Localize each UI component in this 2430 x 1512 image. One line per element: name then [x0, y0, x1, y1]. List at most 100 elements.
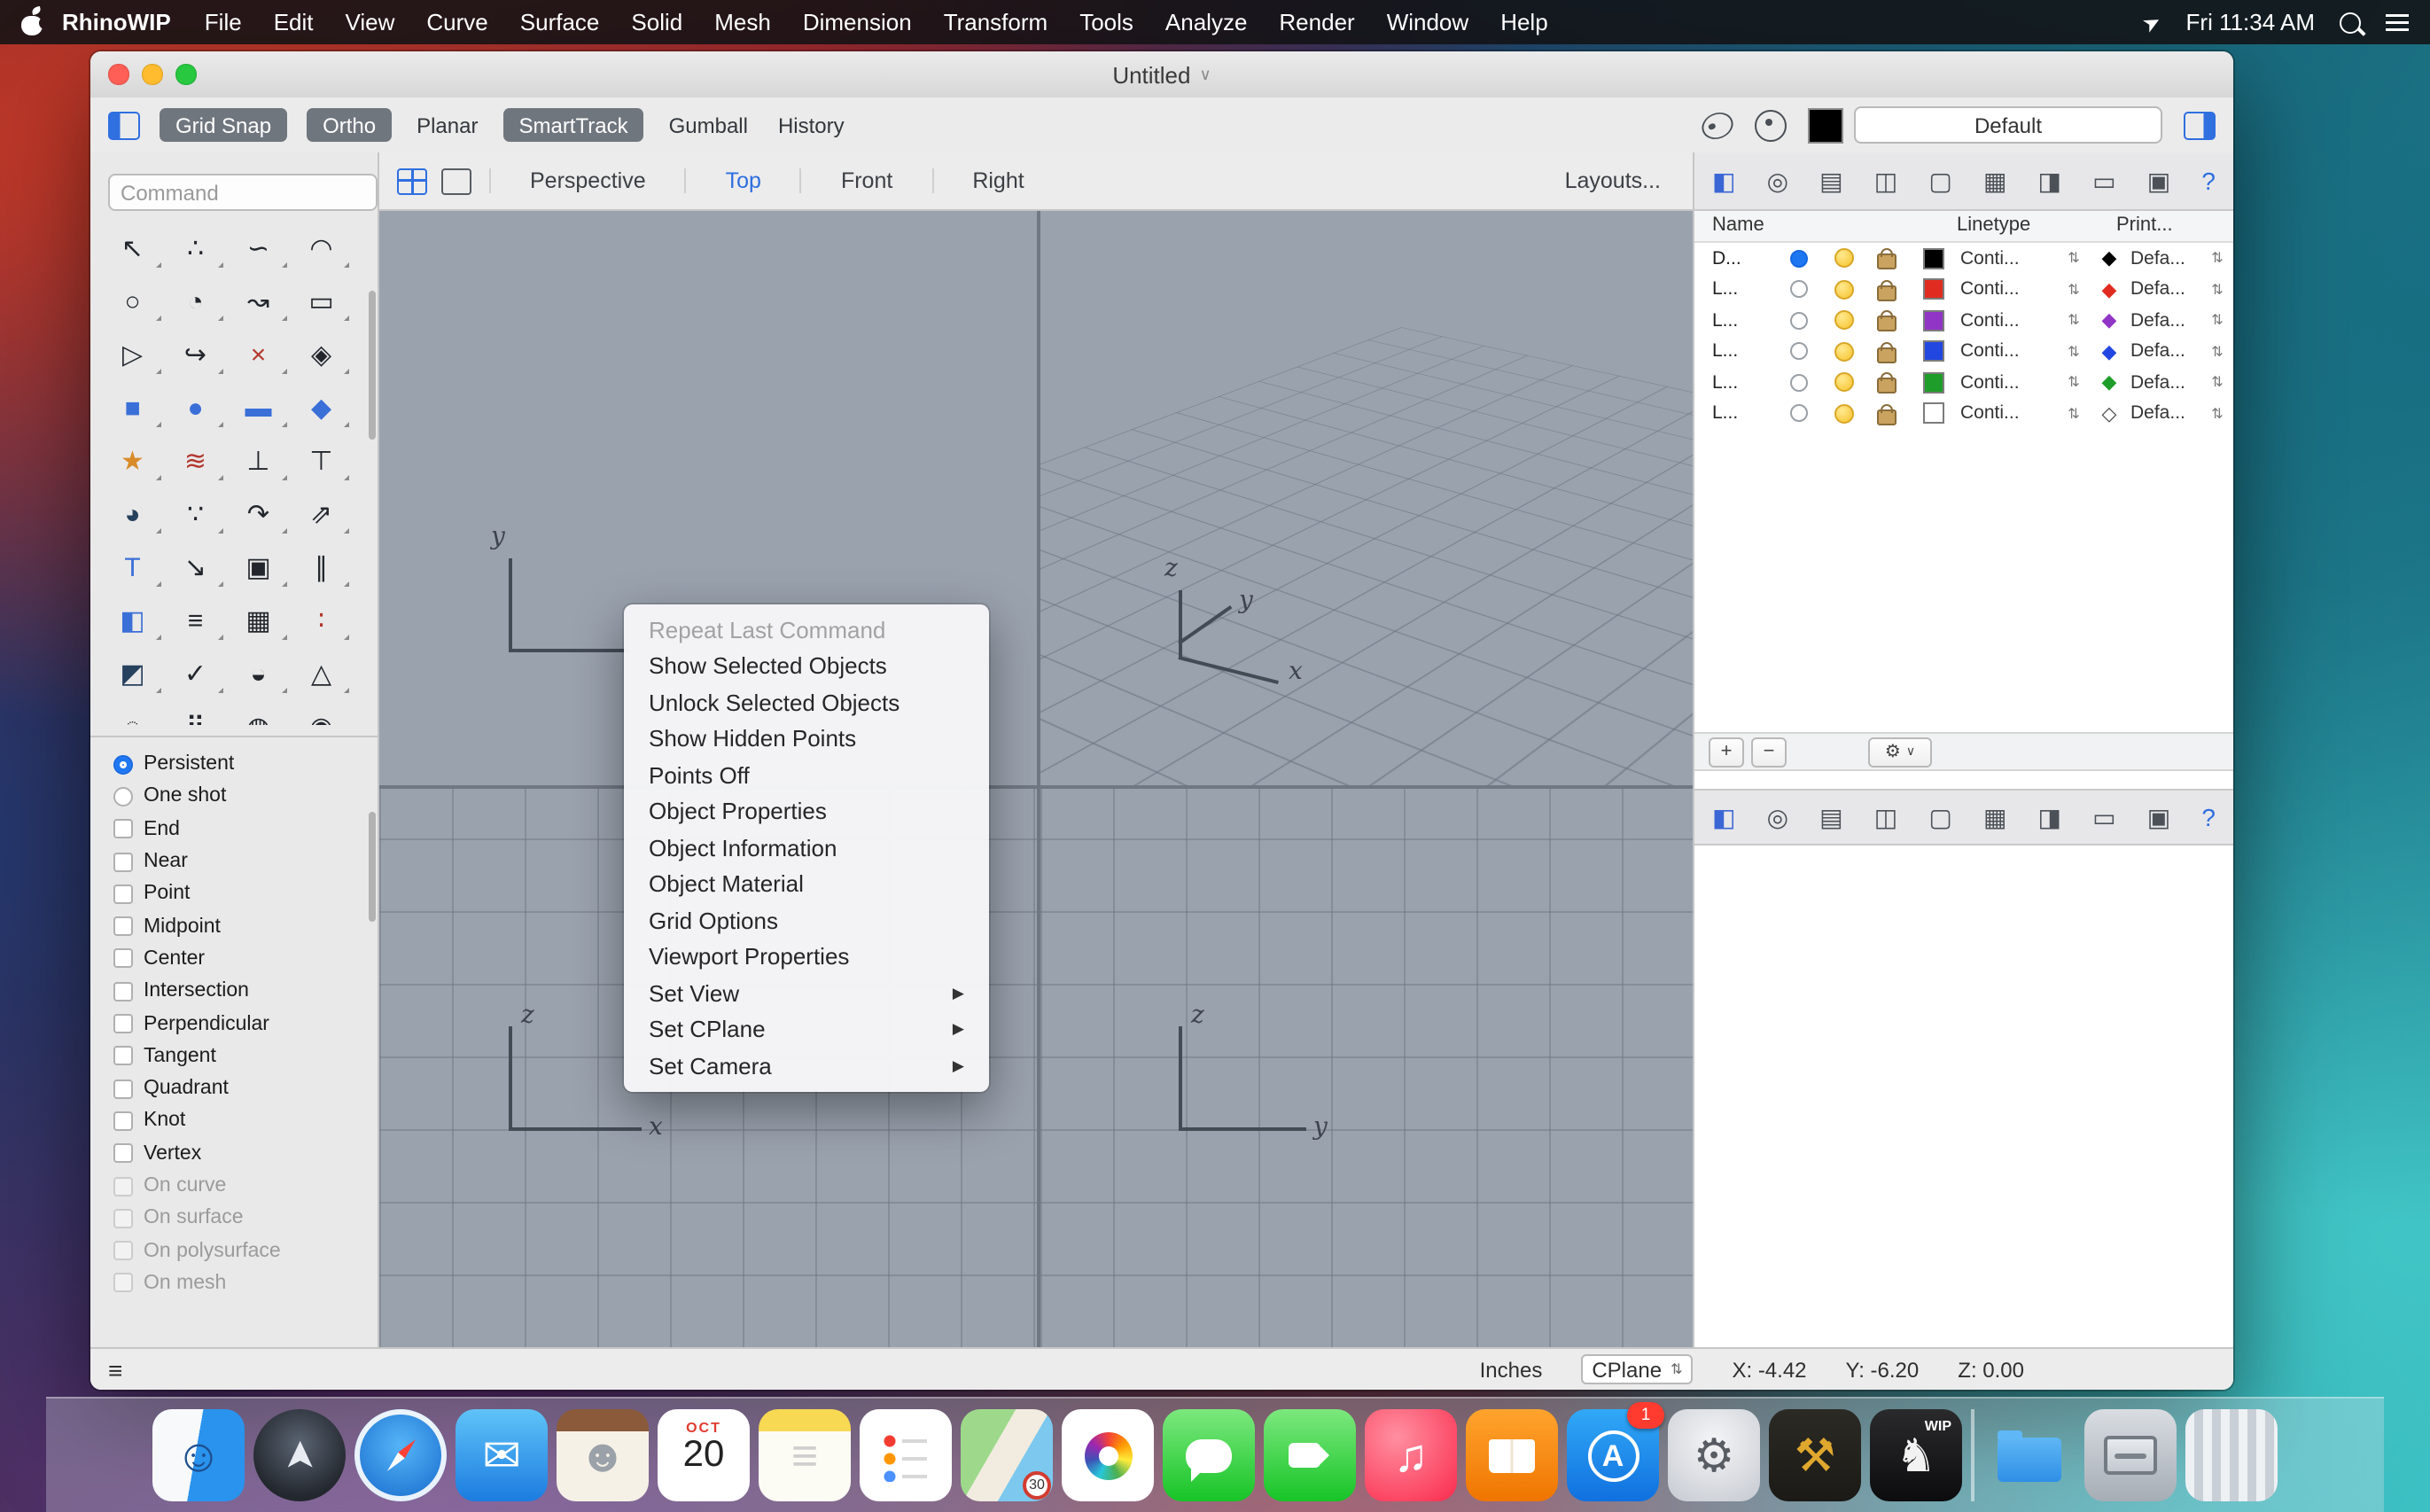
left-panel-toggle-icon[interactable] — [108, 111, 140, 139]
tool-icon[interactable]: ★ — [101, 438, 164, 484]
layer-color-swatch[interactable] — [1923, 372, 1944, 394]
osnap-checkbox-row[interactable]: Vertex — [113, 1137, 378, 1170]
current-layer-radio[interactable] — [1790, 374, 1808, 392]
layer-lock-icon[interactable] — [1876, 285, 1896, 301]
panel-tab-icon[interactable]: ◫ — [1874, 166, 1897, 196]
checkbox[interactable] — [113, 1111, 133, 1131]
layer-color-swatch[interactable] — [1923, 403, 1944, 425]
dock-app-icon[interactable]: OCT 20 — [658, 1409, 750, 1501]
tool-icon[interactable]: ◌ — [101, 704, 164, 725]
osnap-checkbox-row[interactable]: Center — [113, 943, 378, 976]
menu-item[interactable]: Dimension — [787, 9, 928, 35]
panel-tab-icon[interactable]: ▤ — [1819, 802, 1842, 832]
disable-osnap-icon[interactable] — [1698, 107, 1737, 143]
layer-material-diamond-icon[interactable]: ◆ — [2088, 278, 2130, 301]
active-layer-dropdown[interactable]: Default — [1854, 106, 2162, 144]
tool-icon[interactable]: ⠿ — [164, 704, 227, 725]
menu-bar-clock[interactable]: Fri 11:34 AM — [2186, 9, 2315, 35]
dock-app-icon[interactable] — [1466, 1409, 1558, 1501]
viewport-tab[interactable]: Perspective — [491, 168, 685, 193]
notification-center-icon[interactable] — [2386, 12, 2409, 32]
menu-item[interactable]: Curve — [410, 9, 503, 35]
layer-name[interactable]: L... — [1694, 279, 1776, 300]
checkbox[interactable] — [113, 981, 133, 1001]
panel-tab-icon[interactable]: ◫ — [1874, 802, 1897, 832]
layer-lock-icon[interactable] — [1876, 316, 1896, 332]
record-history-icon[interactable] — [1755, 109, 1787, 141]
linetype-stepper-icon[interactable]: ⇅ — [2060, 251, 2088, 267]
dock-app-icon[interactable] — [860, 1409, 952, 1501]
dock-app-icon[interactable]: ⚙ — [1668, 1409, 1760, 1501]
print-stepper-icon[interactable]: ⇅ — [2205, 251, 2230, 267]
single-viewport-layout-icon[interactable] — [441, 168, 471, 194]
print-stepper-icon[interactable]: ⇅ — [2205, 313, 2230, 329]
print-stepper-icon[interactable]: ⇅ — [2205, 406, 2230, 422]
toolbar-button[interactable]: Planar — [411, 108, 483, 142]
tool-icon[interactable]: ⊥ — [227, 438, 290, 484]
layer-lock-icon[interactable] — [1876, 347, 1896, 363]
panel-tab-icon[interactable]: ◧ — [1712, 166, 1735, 196]
tool-icon[interactable]: ✓ — [164, 651, 227, 697]
current-layer-radio[interactable] — [1790, 250, 1808, 268]
dock-app-icon[interactable]: ➤ — [253, 1409, 346, 1501]
osnap-radio-row[interactable]: One shot — [113, 781, 378, 814]
current-layer-radio[interactable] — [1790, 343, 1808, 361]
panel-tab-icon[interactable]: ▣ — [2147, 802, 2170, 832]
menu-item[interactable]: Window — [1371, 9, 1485, 35]
osnap-checkbox-row[interactable]: On polysurface — [113, 1235, 378, 1267]
radio-button[interactable] — [113, 754, 133, 774]
tool-icon[interactable]: ∴ — [164, 225, 227, 271]
title-bar[interactable]: Untitled ∨ — [90, 51, 2233, 99]
layer-name[interactable]: L... — [1694, 372, 1776, 394]
dock-app-icon[interactable] — [1983, 1409, 2076, 1501]
linetype-stepper-icon[interactable]: ⇅ — [2060, 375, 2088, 391]
checkbox[interactable] — [113, 916, 133, 936]
osnap-scrollbar[interactable] — [369, 812, 376, 922]
linetype-stepper-icon[interactable]: ⇅ — [2060, 344, 2088, 360]
checkbox[interactable] — [113, 1143, 133, 1163]
tool-icon[interactable]: ≡ — [164, 597, 227, 643]
add-layer-button[interactable]: + — [1709, 737, 1744, 767]
layer-color-swatch[interactable] — [1923, 341, 1944, 362]
layer-lock-icon[interactable] — [1876, 378, 1896, 394]
dock-app-icon[interactable]: ☻ — [557, 1409, 649, 1501]
command-input[interactable] — [108, 174, 378, 211]
tool-icon[interactable]: ◒ — [227, 651, 290, 697]
panel-tab-icon[interactable]: ? — [2201, 803, 2216, 831]
context-menu-item[interactable]: Show Hidden Points — [624, 721, 989, 757]
layer-visibility-bulb-icon[interactable] — [1834, 373, 1853, 393]
layer-name[interactable]: L... — [1694, 310, 1776, 331]
tool-icon[interactable]: ↷ — [227, 491, 290, 537]
tool-icon[interactable]: ⇗ — [290, 491, 353, 537]
tool-icon[interactable]: ▷ — [101, 331, 164, 378]
tool-icon[interactable]: ∽ — [227, 225, 290, 271]
tool-icon[interactable]: × — [227, 331, 290, 378]
panel-tab-icon[interactable]: ◨ — [2038, 166, 2061, 196]
osnap-checkbox-row[interactable]: Knot — [113, 1105, 378, 1138]
layer-material-diamond-icon[interactable]: ◆ — [2088, 309, 2130, 332]
dock-app-icon[interactable]: ♞ WIP — [1870, 1409, 1962, 1501]
viewport-tab[interactable]: Front — [800, 168, 931, 193]
context-menu-item[interactable]: Object Material — [624, 866, 989, 902]
context-menu-item[interactable]: Object Information — [624, 830, 989, 866]
checkbox[interactable] — [113, 1079, 133, 1098]
tool-icon[interactable]: ◈ — [290, 331, 353, 378]
print-stepper-icon[interactable]: ⇅ — [2205, 375, 2230, 391]
menu-item[interactable]: Solid — [615, 9, 698, 35]
dock-app-icon[interactable]: ♫ — [1365, 1409, 1457, 1501]
window-control-button[interactable] — [142, 65, 162, 85]
osnap-checkbox-row[interactable]: Tangent — [113, 1040, 378, 1072]
osnap-radio-row[interactable]: Persistent — [113, 748, 378, 781]
layer-linetype[interactable]: Conti... — [1960, 310, 2060, 331]
panel-tab-icon[interactable]: ▦ — [1983, 802, 2006, 832]
dock-app-icon[interactable] — [1062, 1409, 1154, 1501]
viewport-tab[interactable]: Right — [931, 168, 1063, 193]
menu-item[interactable]: Mesh — [698, 9, 787, 35]
context-menu-item[interactable]: Set View ▶ — [624, 975, 989, 1011]
units-label[interactable]: Inches — [1480, 1357, 1543, 1382]
tool-icon[interactable]: ◩ — [101, 651, 164, 697]
panel-tab-icon[interactable]: ▭ — [2092, 802, 2115, 832]
toolbar-button[interactable]: Gumball — [664, 108, 753, 142]
menu-item[interactable]: Render — [1263, 9, 1370, 35]
layer-material-diamond-icon[interactable]: ◇ — [2088, 402, 2130, 425]
